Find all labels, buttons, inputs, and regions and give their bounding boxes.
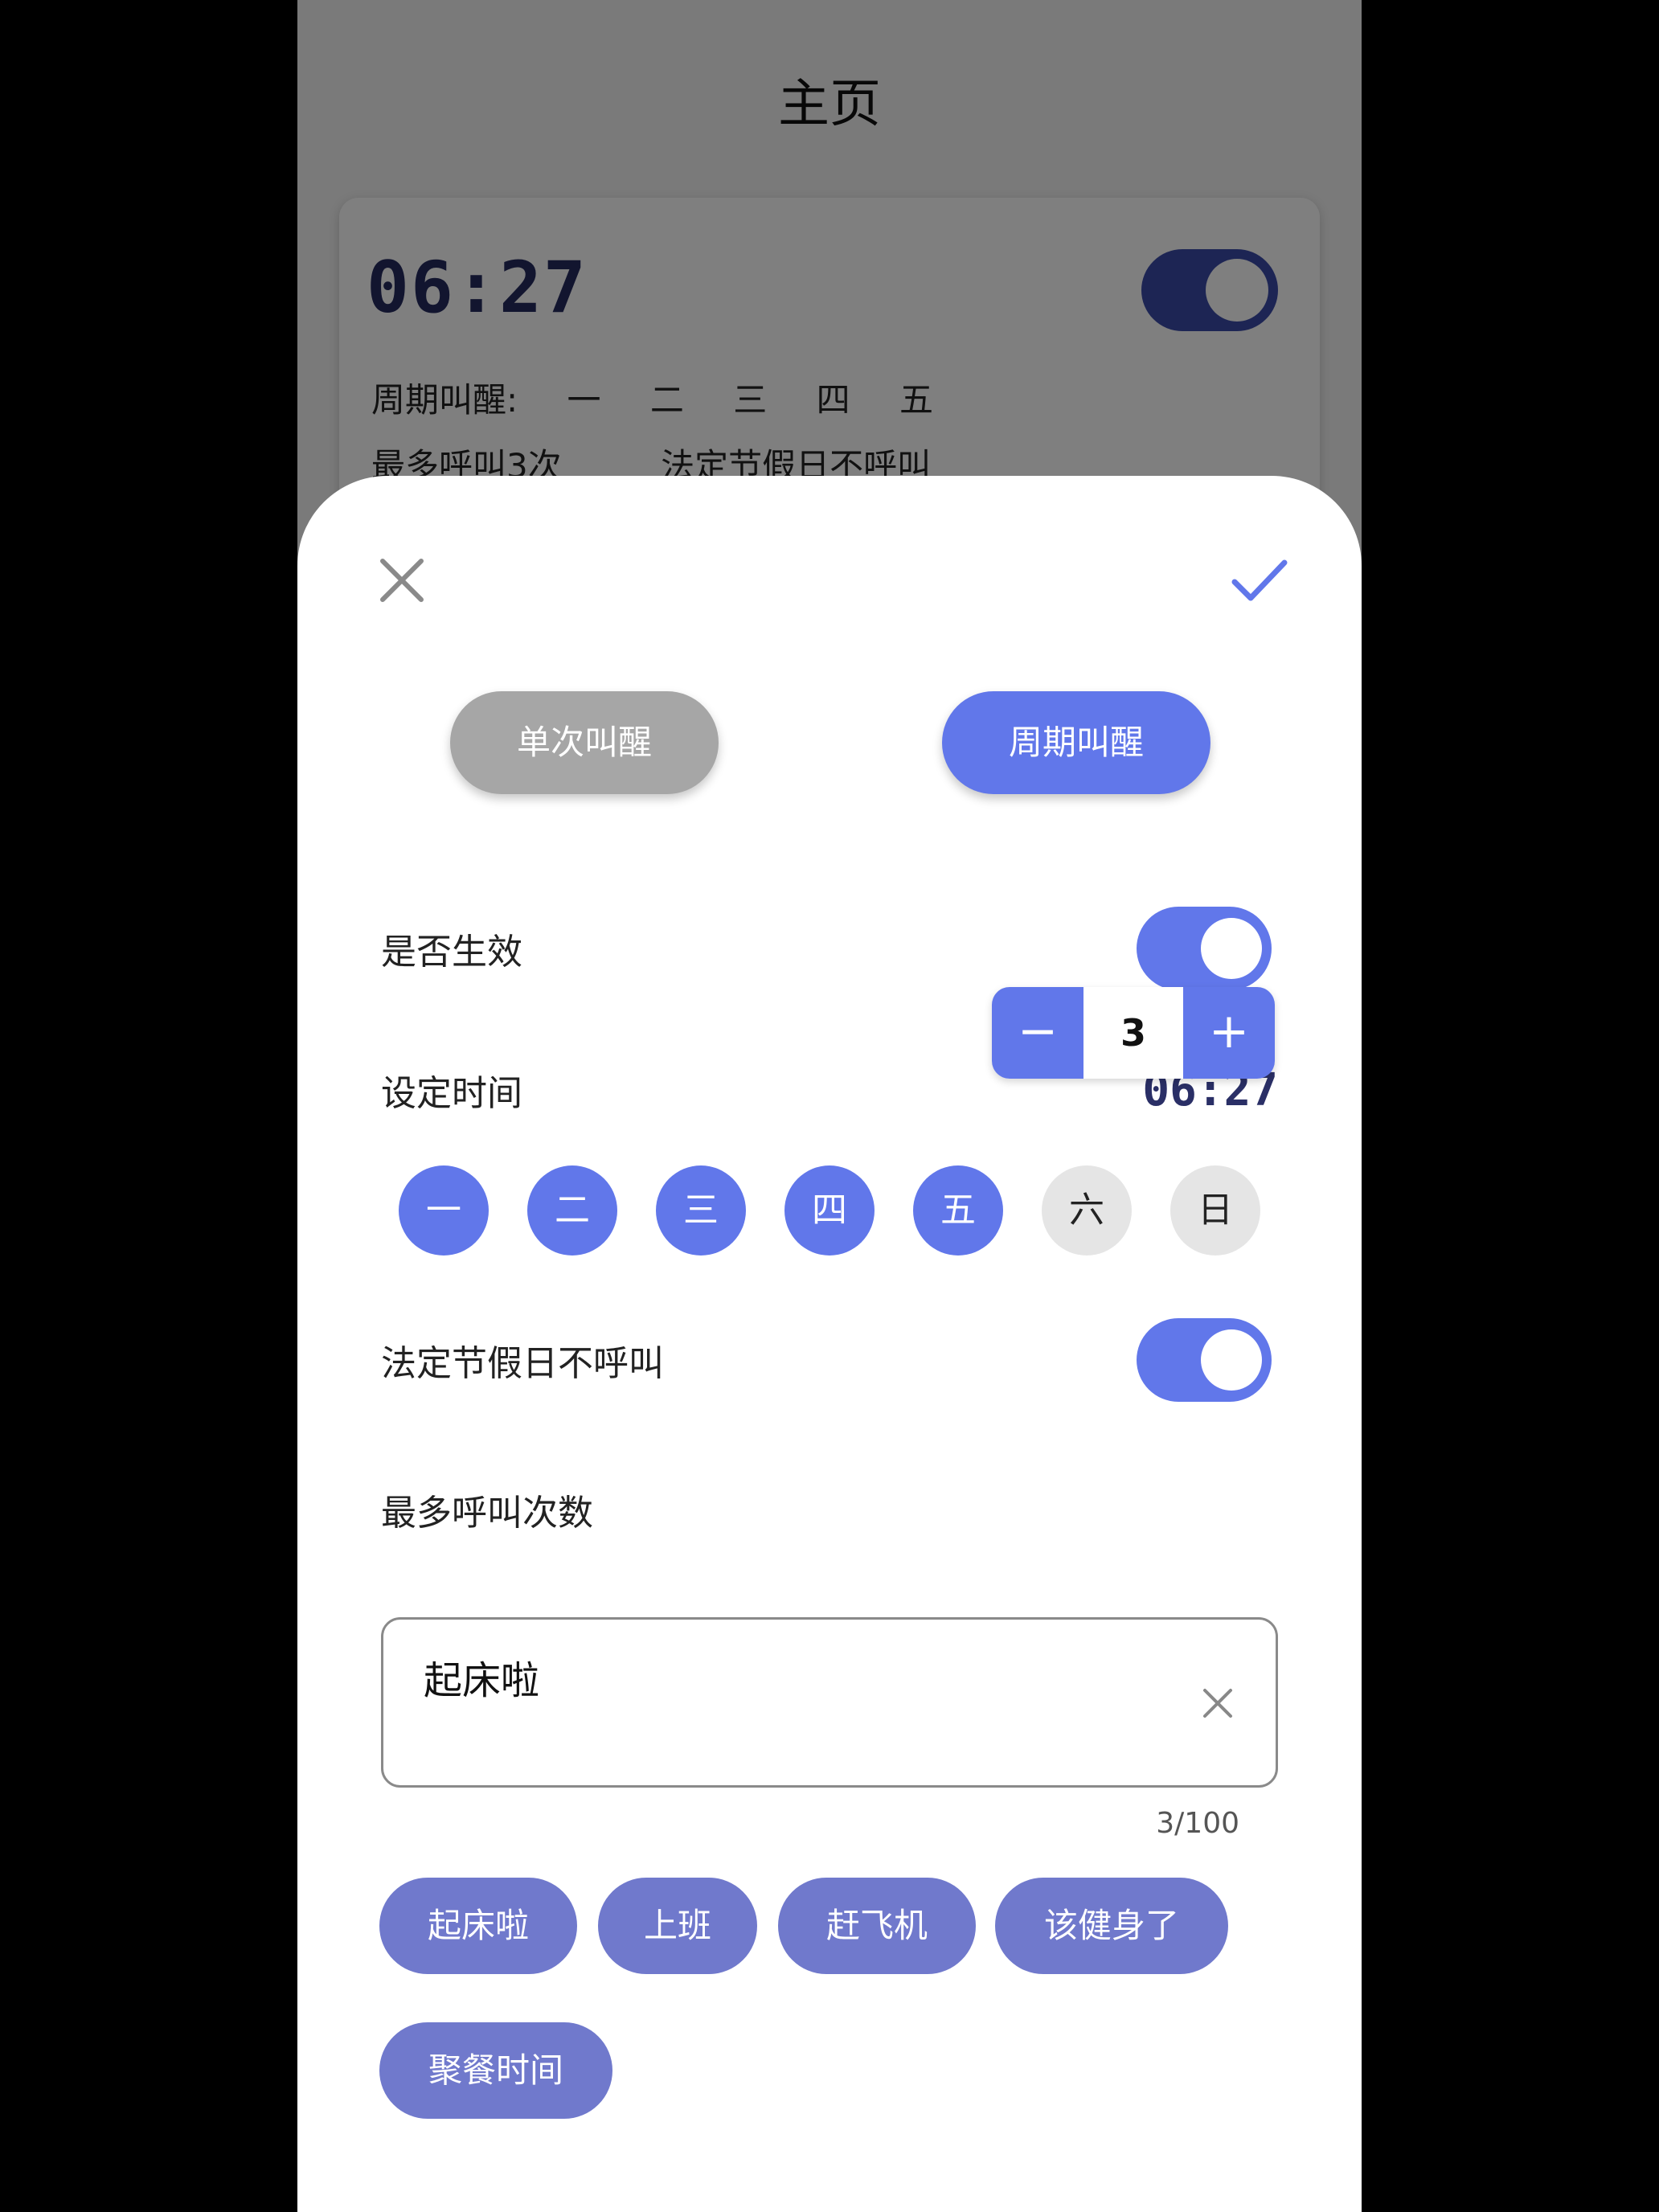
alarm-edit-sheet: 单次叫醒 周期叫醒 是否生效 设定时间 06:27 一 二 三 四 五 六 日 … <box>297 476 1362 2212</box>
periodic-wake-button[interactable]: 周期叫醒 <box>942 691 1210 794</box>
message-input[interactable]: 起床啦 <box>381 1617 1278 1788</box>
switch-knob <box>1201 918 1262 979</box>
weekday-mon[interactable]: 一 <box>399 1165 489 1256</box>
weekday-sat[interactable]: 六 <box>1042 1165 1132 1256</box>
weekday-tue[interactable]: 二 <box>527 1165 617 1256</box>
increment-button[interactable]: + <box>1183 987 1275 1079</box>
max-calls-stepper: − 3 + <box>992 987 1275 1079</box>
weekday-wed[interactable]: 三 <box>656 1165 746 1256</box>
quick-message-chip[interactable]: 聚餐时间 <box>379 2022 612 2119</box>
weekday-thu[interactable]: 四 <box>784 1165 875 1256</box>
switch-knob <box>1201 1329 1262 1391</box>
quick-message-chip[interactable]: 上班 <box>598 1878 757 1974</box>
message-text: 起床啦 <box>424 1658 540 1703</box>
quick-message-chip[interactable]: 赶飞机 <box>778 1878 976 1974</box>
close-icon[interactable] <box>370 548 434 612</box>
quick-message-chip[interactable]: 起床啦 <box>379 1878 577 1974</box>
clear-icon[interactable] <box>1200 1686 1235 1721</box>
holiday-switch[interactable] <box>1137 1318 1272 1402</box>
weekday-fri[interactable]: 五 <box>913 1165 1003 1256</box>
check-icon[interactable] <box>1227 548 1291 612</box>
max-calls-value[interactable]: 3 <box>1083 987 1183 1079</box>
enabled-label: 是否生效 <box>381 932 522 973</box>
set-time-label: 设定时间 <box>381 1073 522 1114</box>
holiday-label: 法定节假日不呼叫 <box>381 1343 664 1384</box>
single-wake-button[interactable]: 单次叫醒 <box>450 691 719 794</box>
max-calls-label: 最多呼叫次数 <box>381 1493 593 1534</box>
decrement-button[interactable]: − <box>992 987 1083 1079</box>
phone-screen: 主页 06:27 周期叫醒: 一 二 三 四 五 最多呼叫3次 法定节假日不呼叫… <box>297 0 1362 2212</box>
character-counter: 3/100 <box>1156 1807 1239 1840</box>
weekday-sun[interactable]: 日 <box>1170 1165 1260 1256</box>
enabled-switch[interactable] <box>1137 907 1272 990</box>
quick-message-chip[interactable]: 该健身了 <box>995 1878 1228 1974</box>
